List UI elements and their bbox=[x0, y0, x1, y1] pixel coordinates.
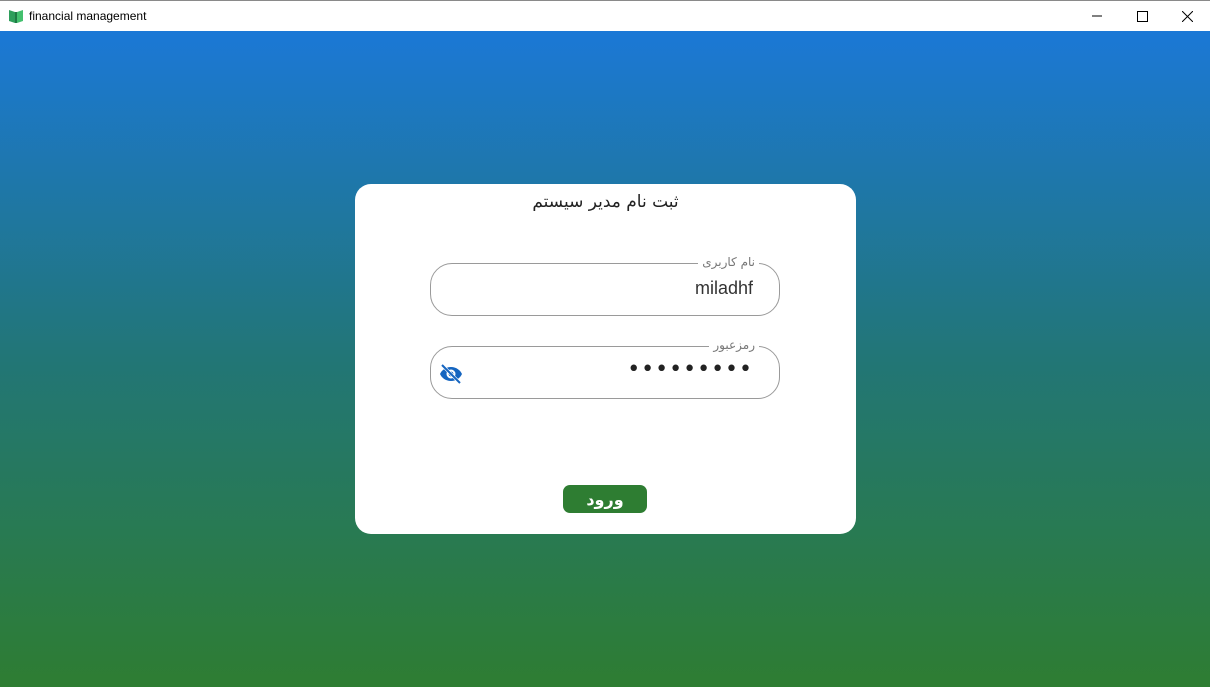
username-input[interactable] bbox=[493, 278, 753, 299]
window-title: financial management bbox=[29, 9, 147, 23]
close-icon bbox=[1181, 10, 1193, 22]
login-button[interactable]: ورود bbox=[563, 485, 647, 513]
minimize-button[interactable] bbox=[1074, 1, 1120, 31]
background-panel: ثبت نام مدیر سیستم نام کاربری رمزعبور ••… bbox=[0, 31, 1210, 687]
title-bar[interactable]: financial management bbox=[0, 0, 1210, 31]
username-label: نام کاربری bbox=[698, 254, 759, 270]
register-card: ثبت نام مدیر سیستم نام کاربری رمزعبور ••… bbox=[355, 184, 856, 534]
app-window: financial management ثبت نام مدیر سیستم bbox=[0, 0, 1210, 687]
book-icon bbox=[8, 8, 24, 24]
password-field[interactable]: رمزعبور ••••••••• bbox=[430, 337, 780, 399]
eye-off-icon[interactable] bbox=[439, 362, 463, 386]
username-field[interactable]: نام کاربری bbox=[430, 254, 780, 316]
minimize-icon bbox=[1092, 11, 1102, 21]
maximize-button[interactable] bbox=[1119, 1, 1165, 31]
form-title: ثبت نام مدیر سیستم bbox=[532, 192, 679, 212]
maximize-icon bbox=[1136, 10, 1148, 22]
close-button[interactable] bbox=[1164, 1, 1210, 31]
password-input[interactable]: ••••••••• bbox=[627, 357, 753, 382]
password-label: رمزعبور bbox=[709, 337, 759, 353]
